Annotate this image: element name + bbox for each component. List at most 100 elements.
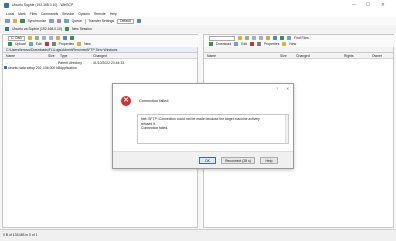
parent-dir-icon[interactable] [266, 36, 270, 40]
new-button[interactable]: New [289, 42, 296, 46]
edit-button[interactable]: Edit [36, 42, 42, 46]
console-icon[interactable] [49, 18, 54, 24]
transfer-settings-label: Transfer Settings [88, 19, 115, 23]
synchronize-label[interactable]: Synchronize [28, 19, 47, 23]
transfer-settings-value: Default [120, 19, 131, 23]
col-name[interactable]: Name [207, 54, 216, 58]
new-session-tab[interactable]: New Session [72, 27, 92, 31]
close-window-button[interactable]: ✕ [381, 2, 385, 8]
preset-icon[interactable] [136, 18, 142, 24]
row-type: Parent directory [58, 60, 82, 65]
toolbar-separator [84, 18, 86, 24]
maximize-button[interactable]: ☐ [366, 2, 370, 8]
col-changed[interactable]: Changed [93, 54, 107, 58]
row-type: Application [60, 65, 77, 70]
local-path: C:\Users\lenovo\Downloads\FL\Logs\Admin\… [6, 47, 118, 52]
status-bar: 0 B of 135 MB in 0 of 1 [0, 229, 396, 241]
dialog-title-bar: ? ✕ [113, 84, 293, 91]
properties-button[interactable]: Properties [264, 42, 279, 46]
row-name: ubuntu sata setup 202... [8, 65, 45, 70]
dialog-button-row: OK Reconnect (28 s) Help [113, 151, 293, 168]
menu-session[interactable]: Session [62, 12, 74, 16]
filter-icon[interactable] [245, 36, 249, 40]
local-drive-select[interactable]: C: Disk [8, 35, 25, 41]
session-tabs: Ubuntu va Sophie (192.168.0.10) New Sess… [0, 25, 396, 33]
col-owner[interactable]: Owner [372, 54, 382, 58]
col-name[interactable]: Name [6, 54, 15, 58]
folder-open-icon[interactable] [27, 36, 32, 40]
sync-browse-icon[interactable] [5, 18, 10, 24]
remote-dir-select[interactable] [209, 35, 235, 41]
compare-icon[interactable] [12, 18, 17, 24]
session-icon [5, 27, 9, 31]
find-files-button[interactable]: Find Files [294, 36, 309, 40]
local-drive-value: C: Disk [11, 36, 22, 40]
dialog-heading: Connection failed. [139, 99, 170, 103]
properties-icon[interactable] [51, 42, 56, 46]
col-size[interactable]: Size [48, 54, 55, 58]
new-icon[interactable] [282, 42, 287, 46]
menu-bar: Local Mark Files Commands Session Option… [0, 10, 396, 17]
minimize-button[interactable]: — [352, 2, 357, 7]
ok-button[interactable]: OK [199, 157, 216, 164]
menu-local[interactable]: Local [6, 12, 14, 16]
row-changed: 31/10/2022 23:44:33 [93, 60, 125, 65]
message-scrollbar[interactable] [285, 115, 288, 143]
help-button[interactable]: Help [260, 157, 278, 164]
forward-icon[interactable] [259, 36, 263, 40]
home-dir-icon[interactable] [273, 36, 277, 40]
back-icon[interactable] [41, 36, 46, 40]
queue-label[interactable]: Queue [72, 19, 82, 23]
delete-icon[interactable] [44, 42, 49, 46]
back-icon[interactable] [252, 36, 256, 40]
title-bar: Ubuntu Sophie (192.168.0.10) - WinSCP — … [0, 0, 396, 10]
menu-mark[interactable]: Mark [18, 12, 26, 16]
col-size[interactable]: Size [280, 54, 287, 58]
upload-button[interactable]: Upload [15, 42, 26, 46]
new-icon[interactable] [77, 42, 82, 46]
new-button[interactable]: New [84, 42, 91, 46]
dialog-help-button[interactable]: ? [276, 86, 278, 91]
find-icon[interactable] [287, 36, 291, 40]
menu-files[interactable]: Files [30, 12, 37, 16]
new-session-icon[interactable] [64, 27, 69, 31]
app-icon [4, 2, 9, 8]
folder-open-icon[interactable] [238, 36, 242, 40]
main-toolbar: Synchronize Queue Transfer Settings Defa… [0, 17, 396, 25]
window-title: Ubuntu Sophie (192.168.0.10) - WinSCP [12, 3, 74, 7]
download-button[interactable]: Download [216, 42, 231, 46]
download-icon[interactable] [209, 42, 213, 46]
queue-icon[interactable] [64, 18, 69, 24]
menu-remote[interactable]: Remote [94, 12, 106, 16]
menu-commands[interactable]: Commands [41, 12, 58, 16]
col-changed[interactable]: Changed [296, 54, 310, 58]
refresh-icon[interactable] [69, 36, 74, 40]
edit-icon[interactable] [234, 42, 239, 46]
upload-icon[interactable] [8, 42, 12, 46]
dialog-close-button[interactable]: ✕ [286, 86, 289, 91]
message-line: Connection failed. [141, 126, 169, 131]
edit-button[interactable]: Edit [241, 42, 247, 46]
menu-help[interactable]: Help [110, 12, 117, 16]
putty-icon[interactable] [56, 18, 62, 24]
error-message-box[interactable]: Net::SFTP::Connection could not be made … [137, 114, 289, 144]
row-name: .. [6, 60, 8, 65]
root-dir-icon[interactable] [62, 36, 67, 40]
properties-button[interactable]: Properties [59, 42, 74, 46]
parent-dir-icon[interactable] [55, 36, 60, 40]
delete-icon[interactable] [249, 42, 254, 46]
reconnect-button[interactable]: Reconnect (28 s) [221, 157, 255, 164]
menu-options[interactable]: Options [78, 12, 90, 16]
edit-icon[interactable] [28, 42, 33, 46]
col-type[interactable]: Type [60, 54, 67, 58]
forward-icon[interactable] [48, 36, 53, 40]
winscp-window: Ubuntu Sophie (192.168.0.10) - WinSCP — … [0, 0, 396, 241]
synchronize-icon[interactable] [20, 18, 25, 24]
session-tab[interactable]: Ubuntu va Sophie (192.168.0.10) [12, 27, 62, 31]
col-rights[interactable]: Rights [344, 54, 354, 58]
properties-icon[interactable] [256, 42, 261, 46]
filter-icon[interactable] [34, 36, 39, 40]
table-row[interactable]: ubuntu sata setup 202... 136,000 kB Appl… [3, 65, 197, 70]
transfer-settings-select[interactable]: Default [117, 18, 134, 24]
refresh-icon[interactable] [280, 36, 284, 40]
